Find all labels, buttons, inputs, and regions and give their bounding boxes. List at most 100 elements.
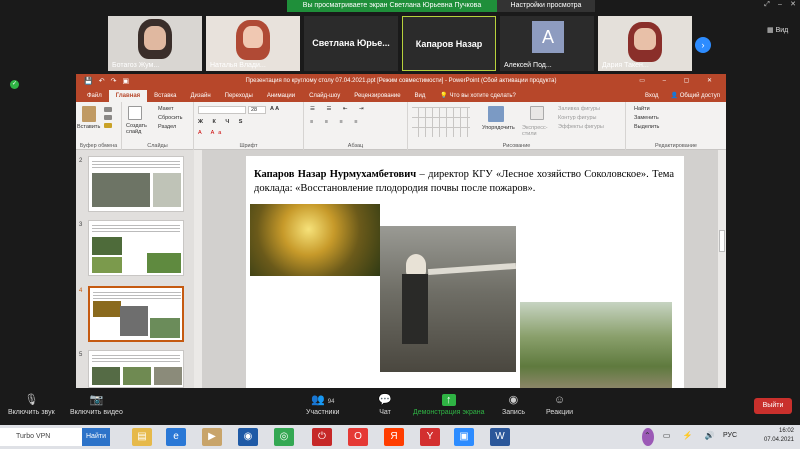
tab-view[interactable]: Вид bbox=[408, 90, 433, 102]
slide-thumbnail-2[interactable] bbox=[88, 156, 184, 212]
paste-button[interactable]: Вставить bbox=[77, 124, 100, 130]
chat-button[interactable]: 💬 Чат bbox=[378, 394, 392, 416]
vpn-search-button[interactable]: Найти bbox=[82, 428, 110, 446]
record-icon: ◉ bbox=[508, 394, 519, 406]
tab-design[interactable]: Дизайн bbox=[183, 90, 217, 102]
select-button[interactable]: Выделить bbox=[634, 124, 659, 130]
word-icon[interactable]: W bbox=[490, 428, 510, 446]
tab-animations[interactable]: Анимации bbox=[260, 90, 302, 102]
participant-tile[interactable]: Ботагоз Жум... bbox=[108, 16, 202, 71]
start-video-button[interactable]: 📷 Включить видео bbox=[70, 394, 123, 416]
next-participants-icon[interactable]: › bbox=[695, 37, 711, 53]
firefighter-image bbox=[380, 226, 516, 372]
tab-insert[interactable]: Вставка bbox=[147, 90, 183, 102]
quick-access-toolbar[interactable]: 💾↶↷▣ bbox=[84, 74, 135, 89]
font-grow-icon[interactable]: A A bbox=[270, 106, 279, 112]
login-button[interactable]: Вход bbox=[645, 90, 659, 102]
slide-vertical-scrollbar[interactable] bbox=[718, 150, 726, 388]
power-app-icon[interactable]: ⏻ bbox=[312, 428, 332, 446]
opera-icon[interactable]: O bbox=[348, 428, 368, 446]
reset-button[interactable]: Сбросить bbox=[158, 115, 182, 121]
participant-name: Наталья Влади... bbox=[210, 62, 266, 69]
chrome-icon[interactable]: ◎ bbox=[274, 428, 294, 446]
participant-tile[interactable]: Наталья Влади... bbox=[206, 16, 300, 71]
input-language[interactable]: РУС bbox=[723, 432, 737, 439]
slide-mini-text bbox=[93, 291, 181, 299]
tab-slideshow[interactable]: Слайд-шоу bbox=[302, 90, 347, 102]
fullscreen-icon[interactable]: ⤢ bbox=[762, 0, 772, 10]
quick-styles-icon[interactable] bbox=[530, 106, 544, 120]
start-video-label: Включить видео bbox=[70, 409, 123, 416]
align-buttons[interactable]: ≡ ≡ ≡ ≡ bbox=[310, 119, 362, 125]
security-icon[interactable]: ✓ bbox=[10, 80, 19, 89]
minimize-icon[interactable]: – bbox=[775, 0, 785, 10]
slide-thumbnail-3[interactable] bbox=[88, 220, 184, 276]
find-button[interactable]: Найти bbox=[634, 106, 650, 112]
file-explorer-icon[interactable]: ▤ bbox=[132, 428, 152, 446]
view-button[interactable]: ▦ Вид bbox=[767, 26, 788, 34]
shape-fill-button[interactable]: Заливка фигуры bbox=[558, 106, 600, 112]
close-icon[interactable]: ✕ bbox=[788, 0, 798, 10]
shapes-gallery[interactable] bbox=[412, 107, 470, 137]
reactions-button[interactable]: ☺ Реакции bbox=[546, 394, 573, 416]
system-tray-icons[interactable]: ⌃ ▭ ⚡ 🔊 bbox=[644, 431, 720, 440]
scrollbar-thumb[interactable] bbox=[719, 230, 725, 252]
participant-tile[interactable]: A Алексей Под... bbox=[500, 16, 594, 71]
font-format-buttons[interactable]: Ж К Ч S bbox=[198, 119, 246, 125]
slide-thumbnail-5[interactable] bbox=[88, 350, 184, 388]
media-player-icon[interactable]: ▶ bbox=[202, 428, 222, 446]
yandex-browser-icon[interactable]: Y bbox=[420, 428, 440, 446]
unmute-button[interactable]: 🎙 Включить звук bbox=[8, 394, 55, 416]
shape-effects-button[interactable]: Эффекты фигуры bbox=[558, 124, 604, 130]
clock-date: 07.04.2021 bbox=[763, 437, 794, 443]
thumbnail-scrollbar[interactable] bbox=[194, 150, 202, 388]
app-icon[interactable]: ◉ bbox=[238, 428, 258, 446]
yandex-icon[interactable]: Я bbox=[384, 428, 404, 446]
tell-me-search[interactable]: 💡 Что вы хотите сделать? bbox=[440, 90, 515, 102]
vpn-search-box[interactable]: Turbo VPN bbox=[0, 428, 82, 446]
participant-tile-active[interactable]: Капаров Назар bbox=[402, 16, 496, 71]
tab-review[interactable]: Рецензирование bbox=[347, 90, 407, 102]
tab-home[interactable]: Главная bbox=[108, 90, 148, 102]
ppt-window-controls[interactable]: ▭ – ▢ ✕ bbox=[639, 74, 720, 89]
current-slide[interactable]: Капаров Назар Нурмухамбетович – директор… bbox=[246, 156, 684, 388]
layout-button[interactable]: Макет bbox=[158, 106, 174, 112]
share-screen-button[interactable]: ↑ Демонстрация экрана bbox=[413, 394, 485, 416]
clock[interactable]: 16:02 07.04.2021 bbox=[764, 427, 794, 445]
view-options-button[interactable]: Настройки просмотра bbox=[497, 0, 595, 12]
participants-button[interactable]: 👥 94 Участники bbox=[306, 394, 339, 416]
zoom-icon[interactable]: ▣ bbox=[454, 428, 474, 446]
participant-tile[interactable]: Дария Такен... bbox=[598, 16, 692, 71]
new-slide-button[interactable]: Создать слайд bbox=[126, 123, 148, 135]
participant-tile[interactable]: Светлана Юрье... bbox=[304, 16, 398, 71]
share-button[interactable]: 👤 Общий доступ bbox=[671, 90, 720, 102]
list-buttons[interactable]: ☰ ☰ ⇤ ⇥ bbox=[310, 106, 369, 112]
paste-icon[interactable] bbox=[82, 106, 96, 122]
arrange-button[interactable]: Упорядочить bbox=[482, 125, 515, 131]
forest-sunlight-image bbox=[250, 204, 380, 276]
leave-button[interactable]: Выйти bbox=[754, 398, 792, 414]
participant-name: Светлана Юрье... bbox=[312, 38, 390, 48]
tab-transitions[interactable]: Переходы bbox=[218, 90, 260, 102]
record-label: Запись bbox=[502, 409, 525, 416]
section-button[interactable]: Раздел bbox=[158, 124, 176, 130]
new-slide-icon[interactable] bbox=[128, 106, 142, 120]
record-button[interactable]: ◉ Запись bbox=[502, 394, 525, 416]
participants-count: 94 bbox=[327, 399, 335, 405]
tab-file[interactable]: Файл bbox=[80, 90, 109, 102]
replace-button[interactable]: Заменить bbox=[634, 115, 659, 121]
font-name-select[interactable] bbox=[198, 106, 246, 114]
ribbon-tabs: Файл Главная Вставка Дизайн Переходы Ани… bbox=[76, 89, 726, 102]
copy-icon[interactable] bbox=[104, 115, 112, 120]
format-painter-icon[interactable] bbox=[104, 123, 112, 128]
font-color-buttons[interactable]: A Aa bbox=[198, 130, 225, 136]
ie-browser-icon[interactable]: e bbox=[166, 428, 186, 446]
font-size-select[interactable]: 28 bbox=[248, 106, 266, 114]
shape-outline-button[interactable]: Контур фигуры bbox=[558, 115, 596, 121]
arrange-icon[interactable] bbox=[488, 106, 504, 122]
quick-styles-button[interactable]: Экспресс-стили bbox=[522, 125, 552, 137]
cut-icon[interactable] bbox=[104, 107, 112, 112]
slide-thumbnail-4-selected[interactable] bbox=[88, 286, 184, 342]
font-label: Шрифт bbox=[239, 143, 258, 149]
slide-text-box[interactable]: Капаров Назар Нурмухамбетович – директор… bbox=[254, 168, 674, 196]
